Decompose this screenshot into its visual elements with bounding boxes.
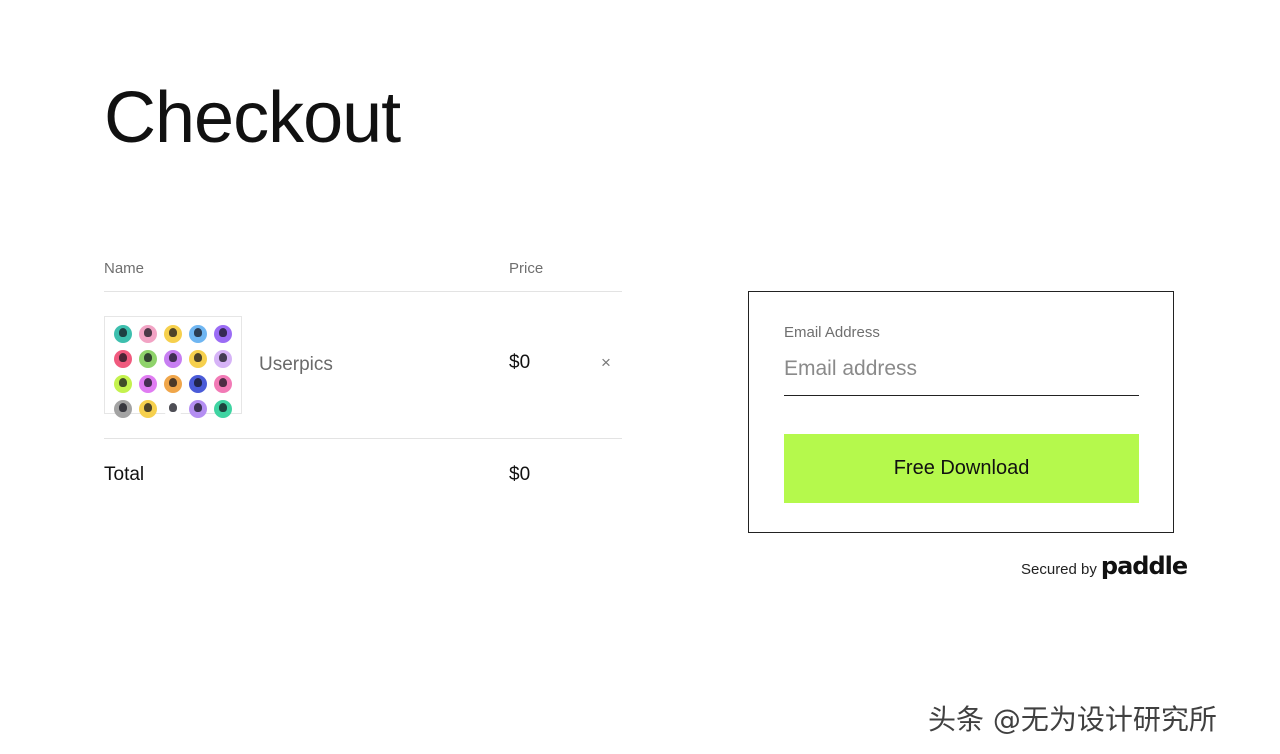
product-price: $0 bbox=[509, 352, 531, 373]
price-column-header: Price bbox=[509, 260, 544, 277]
page-title: Checkout bbox=[104, 78, 401, 158]
avatar bbox=[114, 350, 132, 368]
checkout-page: Checkout Name Price Userpics $0 × Total … bbox=[0, 0, 1280, 754]
cart-header: Name Price bbox=[104, 256, 622, 292]
checkout-form: Email Address Free Download bbox=[748, 291, 1174, 533]
free-download-button[interactable]: Free Download bbox=[784, 434, 1139, 503]
total-label: Total bbox=[104, 464, 145, 485]
name-column-header: Name bbox=[104, 260, 145, 277]
avatar bbox=[139, 375, 157, 393]
secured-by-text: Secured by bbox=[1021, 561, 1097, 578]
secured-by-paddle: Secured by paddle bbox=[1021, 552, 1188, 582]
email-field[interactable] bbox=[784, 350, 1139, 396]
avatar bbox=[114, 325, 132, 343]
avatar bbox=[114, 375, 132, 393]
cart-table: Name Price Userpics $0 × Total $0 bbox=[104, 256, 622, 509]
avatar bbox=[214, 350, 232, 368]
avatar bbox=[139, 350, 157, 368]
avatar bbox=[164, 350, 182, 368]
avatar bbox=[214, 400, 232, 418]
total-row: Total $0 bbox=[104, 439, 622, 509]
avatar bbox=[164, 375, 182, 393]
close-icon: × bbox=[601, 353, 611, 372]
avatar bbox=[189, 350, 207, 368]
product-name: Userpics bbox=[259, 354, 333, 375]
total-value: $0 bbox=[509, 464, 531, 485]
avatar bbox=[114, 400, 132, 418]
avatar bbox=[164, 325, 182, 343]
email-label: Email Address bbox=[784, 324, 880, 341]
remove-item-button[interactable]: × bbox=[598, 354, 614, 372]
paddle-logo: paddle bbox=[1100, 552, 1188, 580]
avatar bbox=[189, 400, 207, 418]
avatar bbox=[189, 375, 207, 393]
avatar bbox=[214, 375, 232, 393]
avatar bbox=[164, 400, 182, 418]
watermark: 头条 @无为设计研究所 bbox=[928, 703, 1217, 736]
avatar bbox=[214, 325, 232, 343]
avatar bbox=[139, 400, 157, 418]
avatar bbox=[189, 325, 207, 343]
product-thumbnail bbox=[104, 316, 242, 418]
avatar bbox=[139, 325, 157, 343]
cart-item-row: Userpics $0 × bbox=[104, 292, 622, 439]
